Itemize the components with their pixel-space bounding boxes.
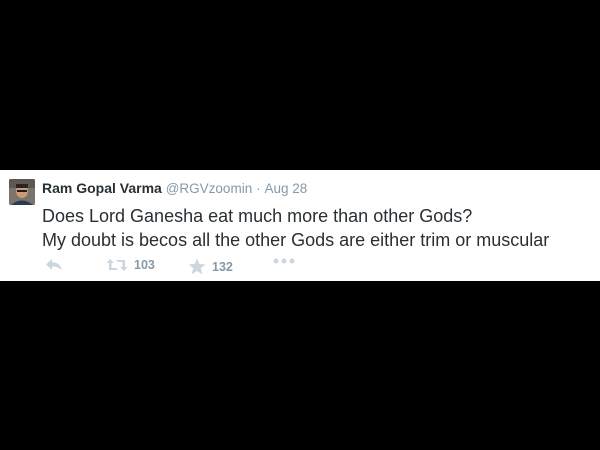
- author-handle[interactable]: @RGVzoomin: [166, 181, 252, 196]
- retweet-icon: [106, 259, 128, 271]
- tweet-text: Does Lord Ganesha eat much more than oth…: [42, 204, 592, 252]
- tweet-text-line-1: Does Lord Ganesha eat much more than oth…: [42, 206, 473, 226]
- tweet-timestamp[interactable]: Aug 28: [264, 181, 307, 196]
- more-button[interactable]: [273, 258, 295, 264]
- retweet-button[interactable]: 103: [106, 258, 155, 272]
- header-separator: ·: [256, 181, 261, 196]
- more-icon: [273, 258, 295, 264]
- avatar[interactable]: [9, 179, 35, 205]
- retweet-count: 103: [134, 258, 155, 272]
- favorite-count: 132: [212, 259, 233, 274]
- tweet-actions: 103 132: [42, 258, 342, 278]
- star-icon: [188, 258, 206, 275]
- tweet-text-line-2: My doubt is becos all the other Gods are…: [42, 230, 550, 250]
- tweet-card: Ram Gopal Varma @RGVzoomin · Aug 28 Does…: [0, 170, 600, 281]
- tweet-header: Ram Gopal Varma @RGVzoomin · Aug 28: [42, 180, 307, 197]
- author-name[interactable]: Ram Gopal Varma: [42, 180, 162, 196]
- favorite-button[interactable]: 132: [188, 258, 233, 275]
- reply-button[interactable]: [45, 258, 63, 272]
- avatar-image: [9, 179, 35, 205]
- reply-icon: [46, 259, 62, 271]
